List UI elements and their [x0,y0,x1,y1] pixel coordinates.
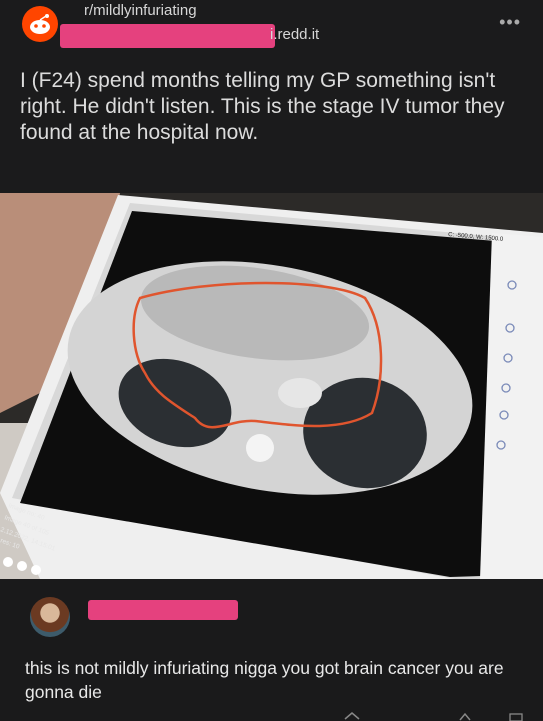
post-title[interactable]: I (F24) spend months telling my GP somet… [20,68,525,146]
comment: this is not mildly infuriating nigga you… [0,580,543,721]
subreddit-avatar[interactable] [22,6,58,42]
username-redaction [60,24,275,48]
post-domain[interactable]: i.redd.it [270,26,319,43]
commenter-username-redaction [88,600,238,620]
share-icon [459,712,471,721]
comment-action-icons [344,712,523,721]
comment-text: this is not mildly infuriating nigga you… [25,658,504,702]
post-header: r/mildlyinfuriating i.redd.it ••• [0,0,543,60]
reddit-snoo-icon [30,14,50,34]
more-dots-icon[interactable]: ••• [499,12,521,33]
post-image[interactable]: C: -500.0, W: 1500.0 Image no: 40 Image … [0,193,543,579]
reply-icon [509,713,523,721]
subreddit-name[interactable]: r/mildlyinfuriating [84,2,197,19]
commenter-avatar[interactable] [30,597,70,637]
upvote-icon [344,712,360,720]
